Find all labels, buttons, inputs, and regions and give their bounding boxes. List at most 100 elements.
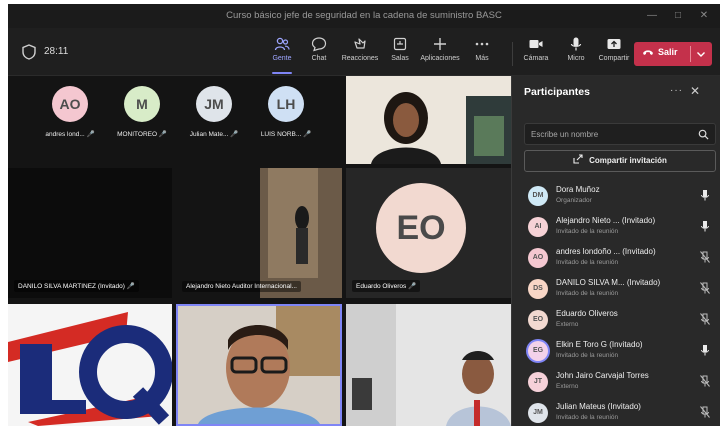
panel-title: Participantes [524,86,590,98]
participant-video-tile[interactable] [346,304,511,426]
search-icon [698,129,709,140]
mic-icon [701,345,709,356]
more-label: Más [475,55,489,62]
logo-image [8,304,172,426]
camera-icon [529,40,543,48]
participant-row[interactable]: AI Alejandro Nieto ... (Invitado) Invitado… [512,211,720,243]
participant-name-tag: Eduardo Oliveros 🎤 [352,280,421,292]
participant-name-tag: DANILO SILVA MARTINEZ (Invitado) 🎤 [14,280,139,292]
participant-role: Externo [556,321,579,328]
mic-off-icon [700,313,710,325]
mic-icon [701,190,709,201]
camera-button[interactable]: Cámara [514,36,558,72]
share-label: Compartir [598,55,630,62]
more-options-icon[interactable]: ··· [670,85,683,96]
participant-tile-alejandro[interactable]: Alejandro Nieto Auditor Internacional... [176,168,342,298]
participant-role: Organizador [556,197,592,204]
minimize-icon[interactable]: — [642,8,662,24]
maximize-icon[interactable]: □ [668,8,688,24]
participant-name: John Jairo Carvajal Torres [556,371,649,380]
avatar: EG [528,341,548,361]
reactions-label: Reacciones [341,55,379,62]
rooms-button[interactable]: Salas [378,36,422,72]
avatar: AO [528,248,548,268]
participant-name-tag: Alejandro Nieto Auditor Internacional... [182,281,301,292]
participant-row[interactable]: EG Elkin E Toro G (Invitado) Invitado de l… [512,335,720,367]
close-window-icon[interactable]: ✕ [694,8,714,24]
participant-role: Externo [556,383,579,390]
participant-name: Julian Mateus (Invitado) [556,402,641,411]
video-stage: AO andres lond... 🎤 M MONITOREO 🎤 JM Jul… [8,76,511,426]
mic-off-icon [700,375,710,387]
avatar: DS [528,279,548,299]
chat-icon [311,37,327,52]
participant-search[interactable] [524,123,716,145]
avatar: LH [268,86,304,122]
participant-row[interactable]: DS DANILO SILVA M... (Invitado) Invitado d… [512,273,720,305]
participant-role: Invitado de la reunión [556,228,619,235]
avatar: AI [528,217,548,237]
avatar-tile[interactable]: LH LUIS NORB... 🎤 [244,86,328,138]
mic-icon [570,37,582,51]
participant-name: DANILO SILVA M... (Invitado) [556,278,661,287]
chat-label: Chat [311,55,327,62]
avatar: JM [196,86,232,122]
avatar: JM [528,403,548,423]
participant-video [346,76,511,164]
rooms-label: Salas [391,55,409,62]
participant-video [260,168,342,298]
leave-divider [690,46,691,62]
mic-off-icon [700,251,710,263]
participant-video [178,306,340,424]
more-button[interactable]: Más [460,36,504,72]
participant-row[interactable]: EO Eduardo Oliveros Externo [512,304,720,336]
avatar: EO [528,310,548,330]
participant-role: Invitado de la reunión [556,414,619,421]
share-link-icon [573,154,583,164]
title-bar: Curso básico jefe de seguridad en la cad… [8,4,720,28]
leave-label: Salir [658,47,678,57]
camera-label: Cámara [523,55,549,62]
avatar: M [124,86,160,122]
share-invitation-label: Compartir invitación [589,156,667,165]
chat-button[interactable]: Chat [297,36,341,72]
window-title: Curso básico jefe de seguridad en la cad… [226,10,502,21]
meeting-timer: 28:11 [44,46,69,57]
reactions-button[interactable]: Reacciones [338,36,382,72]
participant-name: Alejandro Nieto ... (Invitado) [556,216,656,225]
participants-panel: Participantes ··· ✕ Compartir invitación… [511,76,720,426]
participant-name: andres londoño ... (Invitado) [556,247,656,256]
participant-row[interactable]: AO andres londoño ... (Invitado) Invitado … [512,242,720,274]
apps-icon [434,38,446,50]
toolbar-divider [512,42,513,66]
share-invitation-button[interactable]: Compartir invitación [524,150,716,172]
chevron-down-icon[interactable] [694,47,708,61]
apps-label: Aplicaciones [420,55,460,62]
participant-video-tile[interactable] [346,76,511,164]
participant-name: Elkin E Toro G (Invitado) [556,340,643,349]
participant-row[interactable]: JM Julian Mateus (Invitado) Invitado de la… [512,397,720,426]
apps-button[interactable]: Aplicaciones [418,36,462,72]
share-icon [607,39,621,49]
avatar-name: LUIS NORB... 🎤 [260,131,312,138]
close-icon[interactable]: ✕ [690,84,700,98]
participant-role: Invitado de la reunión [556,352,619,359]
participant-name: Dora Muñoz [556,185,600,194]
shield-icon [22,44,36,60]
leave-button[interactable]: Salir [634,42,712,66]
people-icon [274,37,290,51]
share-button[interactable]: Compartir [592,36,636,72]
mic-off-icon [700,406,710,418]
participant-tile-danilo[interactable]: DANILO SILVA MARTINEZ (Invitado) 🎤 [8,168,172,298]
active-speaker-tile[interactable] [176,304,342,426]
participant-row[interactable]: JT John Jairo Carvajal Torres Externo [512,366,720,398]
participant-name: Eduardo Oliveros [556,309,618,318]
more-icon [475,42,489,46]
avatar: DM [528,186,548,206]
shared-logo-tile[interactable] [8,304,172,426]
participant-role: Invitado de la reunión [556,259,619,266]
search-input[interactable] [531,127,691,141]
reactions-icon [354,38,366,49]
participant-tile-eduardo[interactable]: EO Eduardo Oliveros 🎤 [346,168,511,298]
participant-row[interactable]: DM Dora Muñoz Organizador [512,180,720,212]
